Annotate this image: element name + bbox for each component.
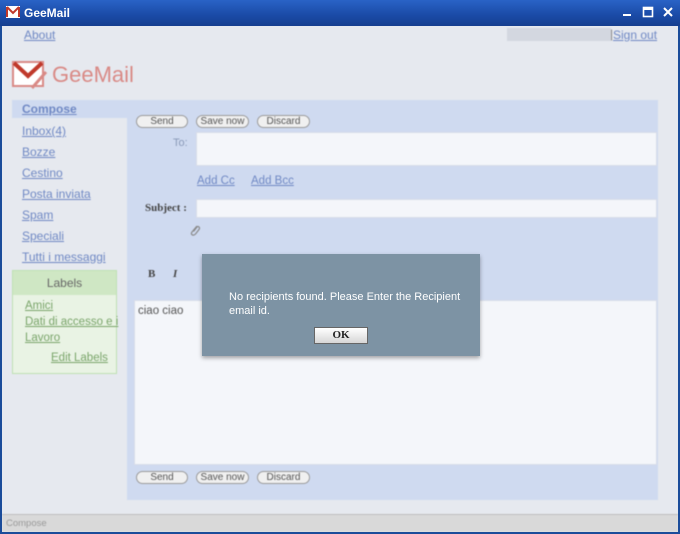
sidebar-item-inbox[interactable]: Inbox(4)	[22, 124, 66, 138]
sidebar-item-drafts[interactable]: Bozze	[22, 145, 55, 159]
sign-out-link[interactable]: Sign out	[613, 28, 657, 42]
to-label: To:	[173, 137, 188, 149]
maximize-button[interactable]	[638, 4, 658, 22]
title-bar: GeeMail	[0, 0, 680, 26]
minimize-button[interactable]	[617, 4, 637, 22]
window-title: GeeMail	[24, 6, 71, 20]
close-icon	[663, 7, 673, 17]
app-window: GeeMail About | Sign out GeeMail Compose…	[0, 0, 680, 534]
compose-link[interactable]: Compose	[12, 100, 128, 118]
paperclip-icon[interactable]	[189, 223, 201, 237]
message-body-text: ciao ciao	[138, 305, 184, 317]
top-links: About | Sign out	[2, 26, 678, 44]
user-email-redacted	[507, 28, 611, 41]
maximize-icon	[642, 6, 654, 18]
geemail-logo: GeeMail	[12, 56, 142, 96]
envelope-logo-icon	[12, 61, 48, 89]
alert-message: No recipients found. Please Enter the Re…	[229, 291, 461, 317]
add-bcc-link[interactable]: Add Bcc	[251, 175, 294, 187]
send-button-bottom[interactable]: Send	[136, 471, 188, 484]
edit-labels-link[interactable]: Edit Labels	[51, 352, 108, 364]
label-item[interactable]: Dati di accesso e i	[25, 316, 118, 328]
send-button[interactable]: Send	[136, 115, 188, 128]
sidebar-item-trash[interactable]: Cestino	[22, 166, 63, 180]
save-now-button-bottom[interactable]: Save now	[196, 471, 249, 484]
status-bar: Compose	[2, 514, 678, 532]
subject-field[interactable]	[196, 199, 657, 218]
sidebar-item-starred[interactable]: Speciali	[22, 229, 64, 243]
alert-dialog: No recipients found. Please Enter the Re…	[202, 254, 480, 356]
label-item[interactable]: Lavoro	[25, 332, 60, 344]
about-link[interactable]: About	[24, 28, 55, 42]
to-field[interactable]	[196, 132, 657, 166]
subject-label: Subject :	[145, 202, 187, 214]
add-cc-link[interactable]: Add Cc	[197, 175, 235, 187]
labels-panel: Labels Amici Dati di accesso e i Lavoro …	[12, 270, 118, 374]
client-area: About | Sign out GeeMail Compose Inbox(4…	[2, 26, 678, 532]
app-logo-icon	[6, 6, 20, 18]
labels-heading: Labels	[13, 271, 116, 295]
discard-button[interactable]: Discard	[257, 115, 310, 128]
bold-button[interactable]: B	[148, 268, 155, 280]
minimize-icon	[623, 14, 631, 16]
sidebar-item-all-mail[interactable]: Tutti i messaggi	[22, 250, 106, 264]
ok-button[interactable]: OK	[314, 327, 368, 344]
discard-button-bottom[interactable]: Discard	[257, 471, 310, 484]
label-item[interactable]: Amici	[25, 300, 53, 312]
logo-text: GeeMail	[52, 62, 134, 87]
sidebar-item-spam[interactable]: Spam	[22, 208, 53, 222]
close-button[interactable]	[658, 4, 678, 22]
status-text: Compose	[6, 518, 47, 529]
sidebar-item-sent[interactable]: Posta inviata	[22, 187, 91, 201]
italic-button[interactable]: I	[173, 268, 177, 280]
save-now-button[interactable]: Save now	[196, 115, 249, 128]
